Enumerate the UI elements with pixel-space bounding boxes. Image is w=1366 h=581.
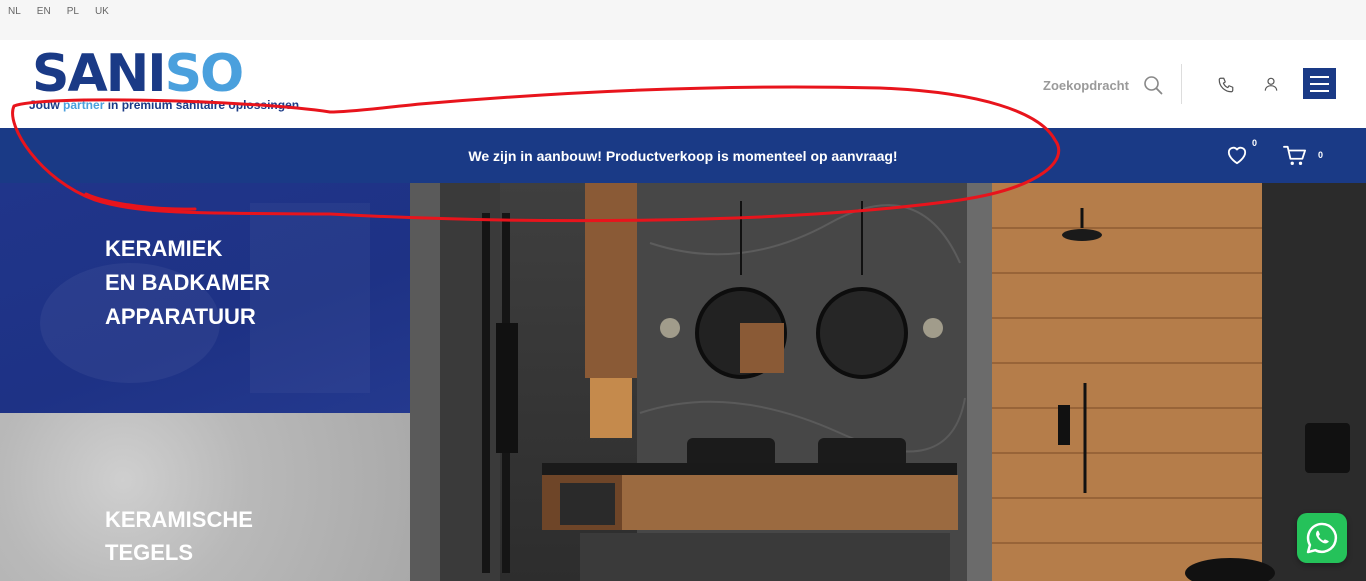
user-icon[interactable] <box>1260 73 1282 95</box>
menu-line <box>1310 82 1329 85</box>
bathroom-illustration <box>410 183 1366 581</box>
announcement-bar: We zijn in aanbouw! Productverkoop is mo… <box>0 128 1366 183</box>
page: NL EN PL UK SANISO Jouw partner in premi… <box>0 0 1366 581</box>
whatsapp-icon[interactable] <box>1297 513 1347 563</box>
hero-bathroom-image <box>410 183 1366 581</box>
brand-tagline: Jouw partner in premium sanitaire oploss… <box>29 98 299 112</box>
wishlist-heart-icon[interactable] <box>1225 144 1249 166</box>
lang-pl[interactable]: PL <box>67 6 79 17</box>
lang-uk[interactable]: UK <box>95 6 109 17</box>
tile-title-line: KERAMISCHE <box>105 507 253 532</box>
tagline-start: Jouw <box>29 98 60 112</box>
hamburger-menu-icon[interactable] <box>1303 68 1336 99</box>
announcement-text: We zijn in aanbouw! Productverkoop is mo… <box>468 148 898 164</box>
search-icon[interactable] <box>1142 74 1164 96</box>
site-logo[interactable]: SANISO <box>32 44 245 104</box>
logo-text-accent: SO <box>164 44 245 104</box>
lang-nl[interactable]: NL <box>8 6 21 17</box>
logo-text-primary: SANI <box>32 44 167 104</box>
tagline-accent: partner <box>63 98 105 112</box>
tile-title-line: KERAMIEK <box>105 236 223 261</box>
menu-line <box>1310 89 1329 92</box>
site-header: SANISO Jouw partner in premium sanitaire… <box>0 40 1366 128</box>
tile-title: KERAMISCHE TEGELS <box>105 503 253 569</box>
search-label[interactable]: Zoekopdracht <box>1043 78 1129 93</box>
cart-count: 0 <box>1318 150 1324 160</box>
header-divider <box>1181 64 1182 104</box>
menu-line <box>1310 75 1329 78</box>
tile-title-line: TEGELS <box>105 540 194 565</box>
tagline-end: in premium sanitaire oplossingen <box>107 98 300 112</box>
phone-icon[interactable] <box>1215 74 1237 96</box>
category-tile-ceramic-tiles[interactable]: KERAMISCHE TEGELS <box>0 413 410 581</box>
tile-title-line: EN BADKAMER <box>105 270 270 295</box>
lang-en[interactable]: EN <box>37 6 51 17</box>
language-list: NL EN PL UK <box>8 6 125 17</box>
tile-title: KERAMIEK EN BADKAMER APPARATUUR <box>105 232 270 334</box>
wishlist-count: 0 <box>1252 138 1258 148</box>
tile-title-line: APPARATUUR <box>105 304 256 329</box>
language-bar: NL EN PL UK <box>0 0 1366 40</box>
category-tile-bathroom-equipment[interactable]: KERAMIEK EN BADKAMER APPARATUUR <box>0 183 410 413</box>
cart-icon[interactable] <box>1282 144 1308 168</box>
